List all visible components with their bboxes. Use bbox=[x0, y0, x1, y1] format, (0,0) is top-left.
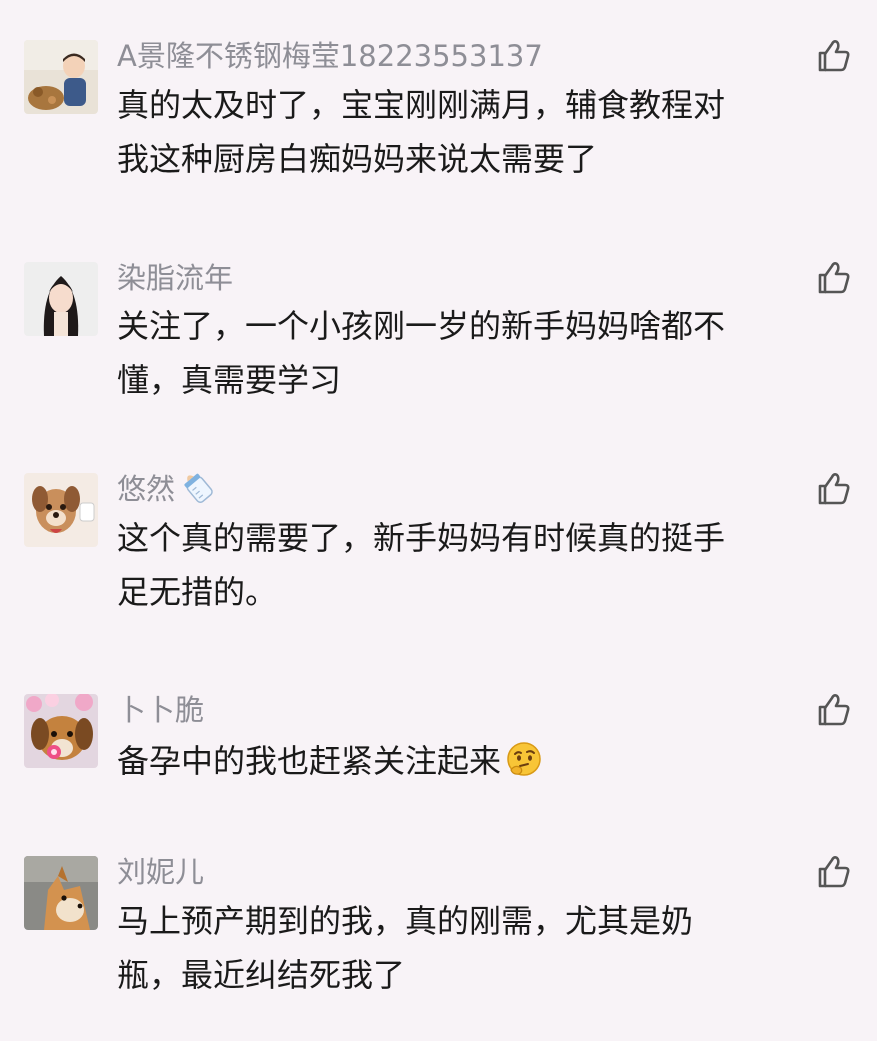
comment-text-line: 备孕中的我也赶紧关注起来 bbox=[117, 734, 817, 788]
avatar[interactable] bbox=[24, 694, 98, 768]
thinking-face-emoji-icon bbox=[507, 742, 541, 776]
thumbs-up-icon[interactable] bbox=[814, 469, 854, 509]
shiba-dog-photo-icon bbox=[24, 856, 98, 930]
cartoon-dog-photo-icon bbox=[24, 473, 98, 547]
username[interactable]: 卜卜脆 bbox=[117, 692, 204, 728]
comment-text-line: 真的太及时了，宝宝刚刚满月，辅食教程对 bbox=[117, 86, 726, 124]
thumbs-up-icon[interactable] bbox=[814, 852, 854, 892]
thumbs-up-icon[interactable] bbox=[814, 690, 854, 730]
avatar[interactable] bbox=[24, 262, 98, 336]
comment-text-line: 这个真的需要了，新手妈妈有时候真的挺手 bbox=[117, 519, 726, 557]
comment-text-line: 瓶，最近纠结死我了 bbox=[117, 956, 406, 994]
baby-photo-icon bbox=[24, 40, 98, 114]
comment-text-content: 备孕中的我也赶紧关注起来 bbox=[117, 742, 502, 780]
avatar[interactable] bbox=[24, 856, 98, 930]
avatar[interactable] bbox=[24, 40, 98, 114]
username[interactable]: 悠然 bbox=[117, 471, 217, 507]
comment-text: 关注了，一个小孩刚一岁的新手妈妈啥都不 懂，真需要学习 bbox=[117, 299, 817, 407]
username[interactable]: A景隆不锈钢梅莹18223553137 bbox=[117, 38, 543, 74]
comment-text-line: 足无措的。 bbox=[117, 573, 278, 611]
dog-pacifier-photo-icon bbox=[24, 694, 98, 768]
username-text: 悠然 bbox=[117, 472, 176, 506]
comment-text-line: 懂，真需要学习 bbox=[117, 361, 342, 399]
comment-text-line: 我这种厨房白痴妈妈来说太需要了 bbox=[117, 140, 598, 178]
baby-bottle-icon bbox=[184, 473, 213, 503]
username[interactable]: 刘妮儿 bbox=[117, 854, 204, 890]
comment-text-line: 关注了，一个小孩刚一岁的新手妈妈啥都不 bbox=[117, 307, 726, 345]
avatar[interactable] bbox=[24, 473, 98, 547]
comment-text: 备孕中的我也赶紧关注起来 bbox=[117, 734, 817, 788]
comment-list: A景隆不锈钢梅莹18223553137 真的太及时了，宝宝刚刚满月，辅食教程对 … bbox=[0, 0, 877, 1041]
comment-text: 真的太及时了，宝宝刚刚满月，辅食教程对 我这种厨房白痴妈妈来说太需要了 bbox=[117, 78, 817, 186]
comment-text: 马上预产期到的我，真的刚需，尤其是奶 瓶，最近纠结死我了 bbox=[117, 894, 817, 1002]
thumbs-up-icon[interactable] bbox=[814, 258, 854, 298]
comment-text: 这个真的需要了，新手妈妈有时候真的挺手 足无措的。 bbox=[117, 511, 817, 619]
comment-text-line: 马上预产期到的我，真的刚需，尤其是奶 bbox=[117, 902, 694, 940]
girl-photo-icon bbox=[24, 262, 98, 336]
thumbs-up-icon[interactable] bbox=[814, 36, 854, 76]
username[interactable]: 染脂流年 bbox=[117, 260, 233, 296]
